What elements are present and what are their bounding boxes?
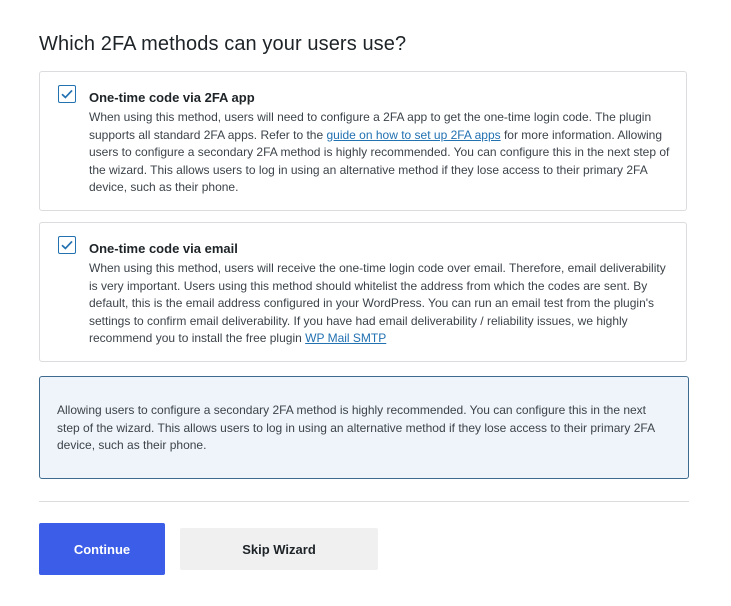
2fa-app-checkbox[interactable] [58,85,76,103]
page-title: Which 2FA methods can your users use? [39,33,407,55]
info-notice: Allowing users to configure a secondary … [39,376,689,479]
wp-mail-smtp-link[interactable]: WP Mail SMTP [305,331,386,345]
skip-wizard-button[interactable]: Skip Wizard [180,528,378,570]
email-checkbox[interactable] [58,236,76,254]
method-title[interactable]: One-time code via email [89,241,238,256]
method-description: When using this method, users will recei… [89,260,674,348]
method-description: When using this method, users will need … [89,109,674,197]
continue-button[interactable]: Continue [39,523,165,575]
checkmark-icon [61,89,73,99]
guide-2fa-apps-link[interactable]: guide on how to set up 2FA apps [326,128,500,142]
info-notice-text: Allowing users to configure a secondary … [57,403,655,453]
method-card-email: One-time code via email When using this … [39,222,687,362]
checkmark-icon [61,240,73,250]
method-card-2fa-app: One-time code via 2FA app When using thi… [39,71,687,211]
divider [39,501,689,502]
method-title[interactable]: One-time code via 2FA app [89,90,255,105]
